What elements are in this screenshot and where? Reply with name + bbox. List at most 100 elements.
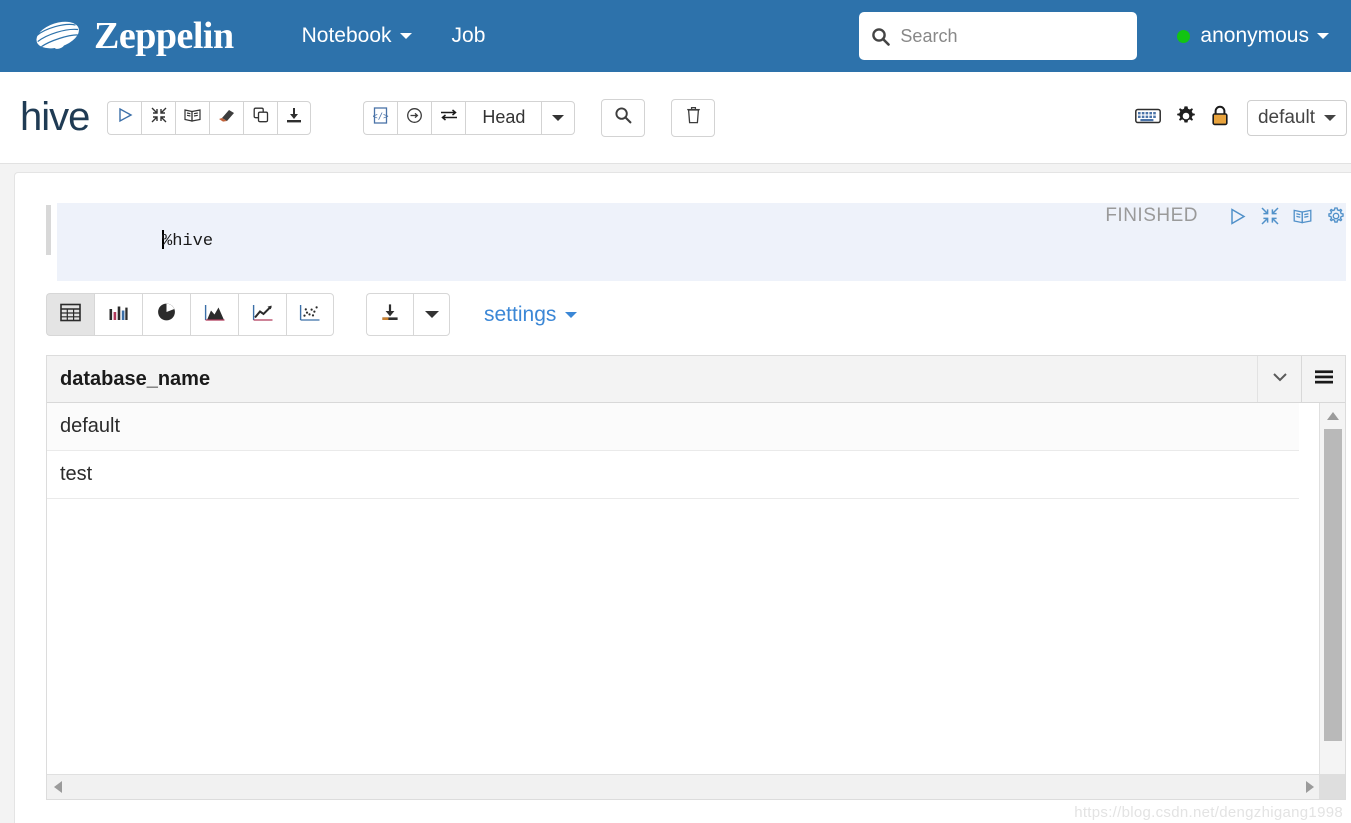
horizontal-scrollbar[interactable] (47, 774, 1321, 799)
gear-icon (1175, 105, 1197, 132)
cell-database-name: test (60, 463, 93, 485)
table-row[interactable]: test (47, 451, 1299, 499)
download-result-button[interactable] (366, 293, 413, 336)
search-input[interactable] (898, 24, 1119, 48)
chart-settings-label: settings (484, 302, 557, 326)
vertical-scrollbar[interactable] (1319, 403, 1345, 799)
paragraph-status-bar: FINISHED (1105, 205, 1346, 227)
svg-text:</>: </> (373, 112, 389, 122)
copy-icon (253, 107, 269, 128)
table-menu-button[interactable] (1301, 356, 1345, 402)
code-file-icon: </> (372, 106, 389, 129)
top-navbar: Zeppelin Notebook Job anonymous (0, 0, 1351, 72)
caret-down-icon (424, 311, 439, 318)
hide-show-code-button[interactable] (141, 100, 176, 135)
run-scheduler-button[interactable] (397, 100, 432, 135)
scroll-right-arrow-icon[interactable] (1306, 781, 1314, 793)
column-header-database-name[interactable]: database_name (47, 368, 1257, 391)
paragraph: %hive show databases FINISHED (46, 203, 1346, 800)
run-all-paragraphs-button[interactable] (107, 100, 142, 135)
move-to-trash-button[interactable] (671, 98, 716, 137)
keyboard-shortcuts-button[interactable] (1135, 107, 1161, 130)
notebook-card: %hive show databases FINISHED (14, 172, 1351, 823)
export-notebook-button[interactable] (277, 100, 312, 135)
search-box[interactable] (859, 12, 1138, 60)
viz-bar-chart[interactable] (94, 293, 142, 336)
caret-down-icon (565, 311, 578, 318)
table-row[interactable]: default (47, 403, 1299, 451)
download-icon (286, 107, 302, 128)
chart-settings-link[interactable]: settings (484, 302, 578, 327)
notebook-view-group: </> Head (363, 100, 576, 135)
caret-down-icon (552, 114, 565, 121)
editor-gutter (46, 205, 51, 255)
viz-scatter-chart[interactable] (286, 293, 334, 336)
head-dropdown-label: Head (482, 107, 526, 127)
nav-item-job[interactable]: Job (436, 18, 502, 54)
trash-icon (686, 106, 701, 129)
paragraph-settings-button[interactable] (1326, 206, 1346, 226)
area-chart-icon (204, 303, 226, 327)
line-chart-icon (252, 303, 274, 327)
search-icon (871, 27, 891, 46)
hide-output-button[interactable] (1293, 207, 1312, 225)
interpreter-label: default (1257, 107, 1315, 128)
clone-notebook-button[interactable] (243, 100, 278, 135)
scroll-up-arrow-icon[interactable] (1327, 412, 1339, 420)
bar-chart-icon (108, 303, 129, 327)
visualization-mode-group (46, 293, 334, 336)
notebook-permissions-button[interactable] (1211, 105, 1229, 131)
code-editor[interactable]: %hive show databases FINISHED (46, 203, 1346, 329)
nav-item-job-label: Job (451, 24, 486, 47)
chevron-down-icon (399, 33, 412, 39)
hide-editor-button[interactable] (1261, 207, 1279, 225)
navbar-right: anonymous (859, 0, 1351, 72)
hamburger-menu-icon (1313, 368, 1335, 391)
clear-output-button[interactable] (209, 100, 244, 135)
download-icon (381, 303, 399, 326)
viz-area-chart[interactable] (190, 293, 238, 336)
toggle-code-button[interactable]: </> (363, 100, 398, 135)
notebook-toolbar-right: default (1121, 72, 1351, 164)
brand[interactable]: Zeppelin (30, 14, 234, 58)
download-result-caret[interactable] (413, 293, 450, 336)
head-dropdown-caret[interactable] (541, 100, 576, 135)
brand-title: Zeppelin (94, 15, 234, 57)
head-dropdown[interactable]: Head (465, 100, 542, 135)
pie-chart-icon (156, 302, 177, 327)
book-icon (184, 107, 201, 128)
scatter-chart-icon (299, 303, 321, 327)
collapse-icon (151, 107, 167, 128)
user-menu[interactable]: anonymous (1177, 24, 1329, 48)
user-name-label: anonymous (1200, 24, 1309, 47)
nav-item-notebook[interactable]: Notebook (286, 18, 428, 54)
run-paragraph-button[interactable] (1228, 207, 1247, 226)
notebook-settings-button[interactable] (1175, 105, 1197, 132)
table-icon (60, 303, 81, 327)
viz-pie-chart[interactable] (142, 293, 190, 336)
paragraph-status-text: FINISHED (1105, 205, 1198, 226)
column-sort-button[interactable] (1257, 356, 1301, 402)
code-line-1-text: %hive (162, 232, 214, 251)
table-body: default test (47, 403, 1345, 799)
search-icon (614, 106, 632, 129)
vertical-scrollbar-thumb[interactable] (1324, 429, 1342, 741)
hide-show-output-button[interactable] (175, 100, 210, 135)
toggle-layout-button[interactable] (431, 100, 466, 135)
notebook-title[interactable]: hive (20, 95, 90, 140)
visualization-toolbar: settings (46, 293, 578, 336)
viz-table[interactable] (46, 293, 94, 336)
viz-line-chart[interactable] (238, 293, 286, 336)
interpreter-binding-dropdown[interactable]: default (1246, 100, 1347, 136)
search-code-button[interactable] (601, 98, 646, 137)
chevron-down-icon (1317, 33, 1329, 39)
scroll-left-arrow-icon[interactable] (54, 781, 62, 793)
play-icon (117, 107, 133, 128)
notebook-action-group (107, 100, 312, 135)
keyboard-icon (1135, 107, 1161, 130)
circle-arrow-icon (406, 107, 423, 129)
lock-icon (1211, 105, 1229, 131)
cell-database-name: default (60, 415, 121, 437)
navbar-links: Notebook Job (286, 18, 510, 54)
nav-item-notebook-label: Notebook (301, 24, 392, 47)
